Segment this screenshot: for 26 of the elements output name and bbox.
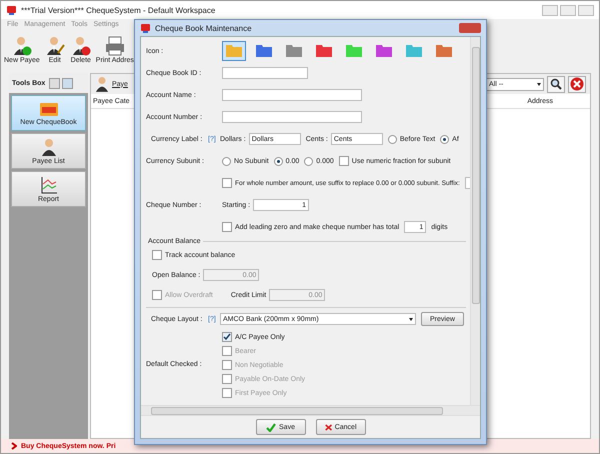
view-button[interactable]: [62, 78, 74, 88]
vertical-scrollbar[interactable]: [470, 37, 480, 405]
clear-button[interactable]: [568, 76, 586, 92]
close-button[interactable]: [578, 4, 594, 16]
line-chart-icon: [40, 176, 58, 194]
folder-icon: [38, 100, 58, 116]
input-field[interactable]: [222, 89, 362, 101]
person-icon: [95, 76, 109, 92]
cross-icon: [324, 422, 332, 432]
input-field[interactable]: [222, 111, 362, 123]
input-field[interactable]: [222, 67, 308, 79]
maximize-button[interactable]: [560, 4, 576, 16]
horizontal-scrollbar[interactable]: [141, 405, 480, 415]
search-button[interactable]: [547, 76, 565, 92]
app-icon: [140, 22, 151, 34]
view-button[interactable]: [49, 78, 60, 88]
checkmark-icon: [266, 422, 276, 432]
minimize-button[interactable]: [542, 4, 558, 16]
person-icon: [40, 138, 56, 156]
printer-icon: [104, 34, 126, 56]
app-icon: [6, 4, 17, 16]
chevron-icon: [11, 442, 17, 450]
checkmark-icon: [223, 333, 231, 341]
window-title: ***Trial Version*** ChequeSystem - Default Workspace: [21, 6, 216, 14]
close-button[interactable]: [459, 23, 481, 33]
dialog-title: Cheque Book Maintenance: [155, 24, 252, 32]
